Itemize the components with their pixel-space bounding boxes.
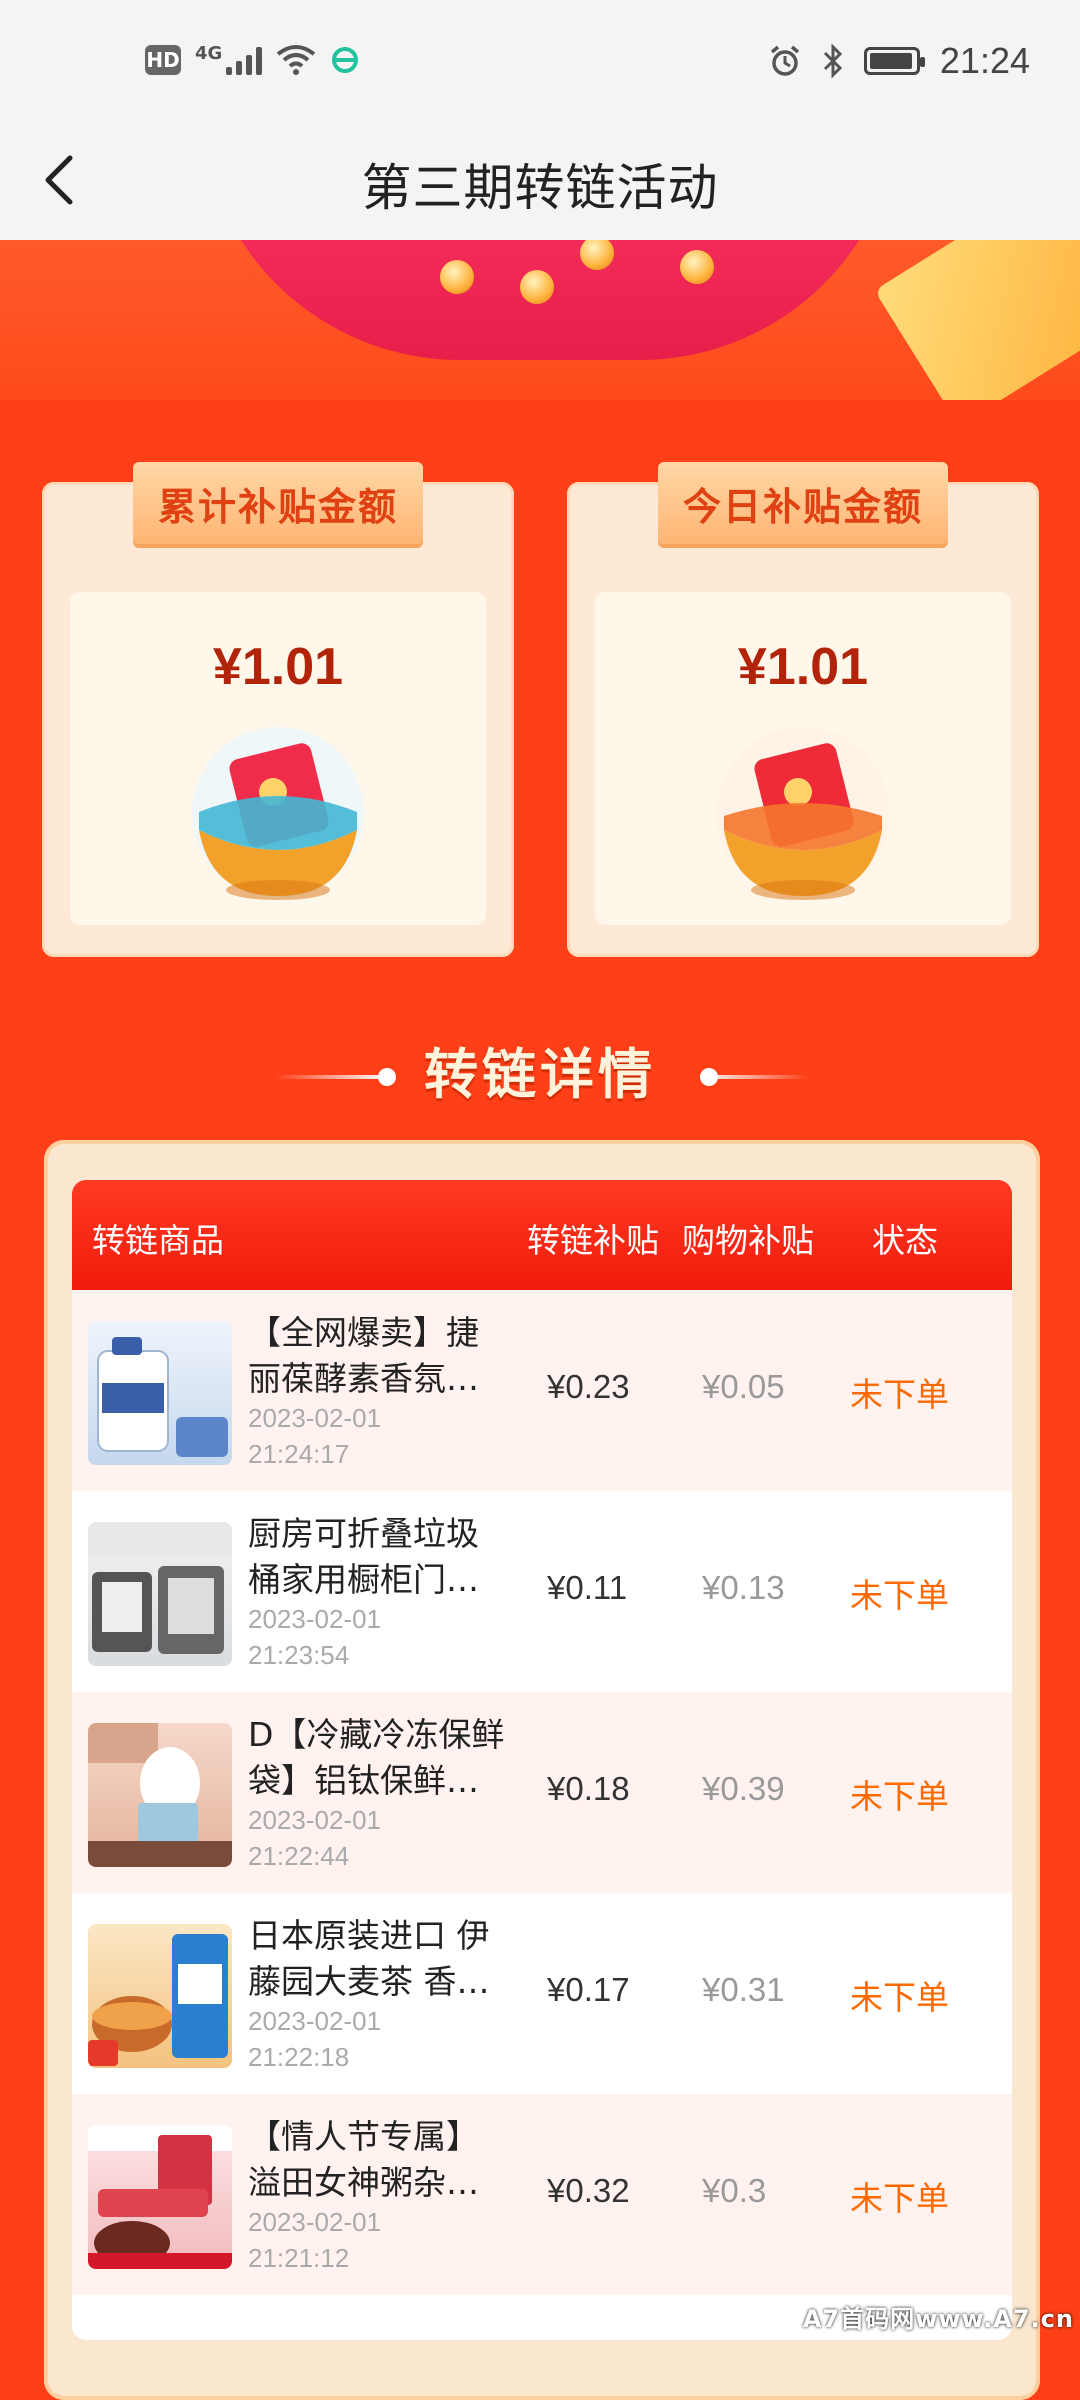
promo-banner [0, 240, 1080, 400]
product-name: 【情人节专属】溢田女神粥杂… [248, 2117, 479, 2202]
shop-subsidy-value: ¥0.13 [702, 1569, 785, 1606]
table-row[interactable]: D【冷藏冷冻保鲜袋】铝钛保鲜… 2023-02-01 21:22:44 ¥0.1… [72, 1692, 1012, 1893]
bluetooth-icon [823, 44, 843, 78]
browser-icon [332, 47, 359, 73]
product-datetime: 2023-02-01 21:22:18 [248, 2003, 448, 2075]
column-status: 状态 [872, 1221, 938, 1260]
status-right: 21:24 [768, 40, 1030, 82]
product-thumbnail [88, 1723, 232, 1867]
product-thumbnail [88, 1924, 232, 2068]
chain-subsidy-value: ¥0.17 [547, 1971, 630, 2008]
shop-subsidy-value: ¥0.05 [702, 1368, 785, 1405]
table-row[interactable]: 日本原装进口 伊藤园大麦茶 香… 2023-02-01 21:22:18 ¥0.… [72, 1893, 1012, 2094]
divider-line [700, 1075, 810, 1079]
table-row[interactable]: 【全网爆卖】捷丽葆酵素香氛… 2023-02-01 21:24:17 ¥0.23… [72, 1290, 1012, 1491]
coin-icon [520, 270, 554, 304]
today-subsidy-label: 今日补贴金额 [658, 462, 948, 544]
order-status: 未下单 [850, 1978, 949, 2017]
status-time: 21:24 [939, 40, 1030, 81]
product-time: 21:22:18 [248, 2042, 350, 2072]
storage-bag-icon [88, 1723, 232, 1867]
product-date: 2023-02-01 [248, 2006, 381, 2036]
today-subsidy-card: 今日补贴金额 ¥1.01 [567, 462, 1039, 957]
product-time: 21:24:17 [248, 1439, 350, 1469]
nav-bar: 第三期转链活动 [0, 130, 1080, 240]
coin-icon [440, 260, 474, 294]
product-time: 21:22:44 [248, 1841, 350, 1871]
column-product: 转链商品 [92, 1221, 224, 1260]
order-status: 未下单 [850, 1576, 949, 1615]
alarm-icon [770, 45, 800, 76]
coupon-graphic [874, 240, 1080, 400]
chain-subsidy-value: ¥0.23 [547, 1368, 630, 1405]
product-date: 2023-02-01 [248, 2207, 381, 2237]
tea-box-icon [88, 1934, 228, 2066]
product-thumbnail [88, 1522, 232, 1666]
product-time: 21:23:54 [248, 1640, 350, 1670]
status-bar: HD 4G 21:24 [0, 0, 1080, 130]
coin-icon [680, 250, 714, 284]
hd-badge: HD [145, 45, 181, 75]
page-title: 第三期转链活动 [361, 159, 719, 217]
total-subsidy-card: 累计补贴金额 ¥1.01 [42, 462, 514, 957]
wifi-icon [277, 45, 316, 75]
order-status: 未下单 [850, 1777, 949, 1816]
product-date: 2023-02-01 [248, 1604, 381, 1634]
chain-subsidy-value: ¥0.32 [547, 2172, 630, 2209]
product-datetime: 2023-02-01 21:23:54 [248, 1601, 448, 1673]
product-name: 日本原装进口 伊藤园大麦茶 香… [248, 1916, 490, 2001]
product-datetime: 2023-02-01 21:22:44 [248, 1802, 448, 1874]
chain-subsidy-value: ¥0.11 [547, 1569, 628, 1606]
product-datetime: 2023-02-01 21:24:17 [248, 1400, 448, 1472]
watermark: A7首码网www.A7.cn [802, 2305, 1074, 2333]
product-name: D【冷藏冷冻保鲜袋】铝钛保鲜… [248, 1715, 505, 1800]
today-subsidy-panel: ¥1.01 [595, 592, 1011, 925]
order-status: 未下单 [850, 1375, 949, 1414]
detail-list: 转链商品 转链补贴 购物补贴 状态 【全网爆卖】捷丽葆酵素香氛… 2023-02… [72, 1180, 1012, 2340]
red-envelope-graphic [200, 240, 900, 360]
top-bar: HD 4G 21:24 第三期转链活动 [0, 0, 1080, 240]
total-subsidy-panel: ¥1.01 [70, 592, 486, 925]
product-time: 21:21:12 [248, 2243, 350, 2273]
product-thumbnail [88, 2125, 232, 2269]
section-title: 转链详情 [424, 1043, 656, 1106]
shop-subsidy-value: ¥0.39 [702, 1770, 785, 1807]
product-name: 厨房可折叠垃圾桶家用橱柜门… [248, 1514, 479, 1599]
table-row[interactable]: 【情人节专属】溢田女神粥杂… 2023-02-01 21:21:12 ¥0.32… [72, 2094, 1012, 2295]
column-chain-subsidy: 转链补贴 [527, 1221, 659, 1260]
detergent-bottle-icon [97, 1337, 228, 1457]
product-name: 【全网爆卖】捷丽葆酵素香氛… [248, 1313, 479, 1398]
signal-icon [226, 45, 263, 75]
total-subsidy-label: 累计补贴金额 [133, 462, 423, 544]
network-type: 4G [195, 42, 223, 64]
product-datetime: 2023-02-01 21:21:12 [248, 2204, 448, 2276]
today-subsidy-amount: ¥1.01 [737, 638, 869, 696]
status-left: HD 4G [145, 42, 360, 76]
chain-subsidy-value: ¥0.18 [547, 1770, 630, 1807]
order-status: 未下单 [850, 2179, 949, 2218]
bowl-envelope-icon [717, 727, 889, 900]
product-date: 2023-02-01 [248, 1403, 381, 1433]
shop-subsidy-value: ¥0.3 [702, 2172, 767, 2209]
battery-icon [863, 47, 925, 75]
porridge-pack-icon [88, 2125, 232, 2269]
total-subsidy-amount: ¥1.01 [212, 638, 344, 696]
trash-bin-icon [88, 1522, 232, 1654]
list-header: 转链商品 转链补贴 购物补贴 状态 [72, 1180, 1012, 1290]
bowl-envelope-icon [192, 727, 364, 900]
table-row[interactable]: 厨房可折叠垃圾桶家用橱柜门… 2023-02-01 21:23:54 ¥0.11… [72, 1491, 1012, 1692]
product-date: 2023-02-01 [248, 1805, 381, 1835]
product-thumbnail [88, 1321, 232, 1465]
column-shop-subsidy: 购物补贴 [682, 1221, 814, 1260]
shop-subsidy-value: ¥0.31 [702, 1971, 785, 2008]
